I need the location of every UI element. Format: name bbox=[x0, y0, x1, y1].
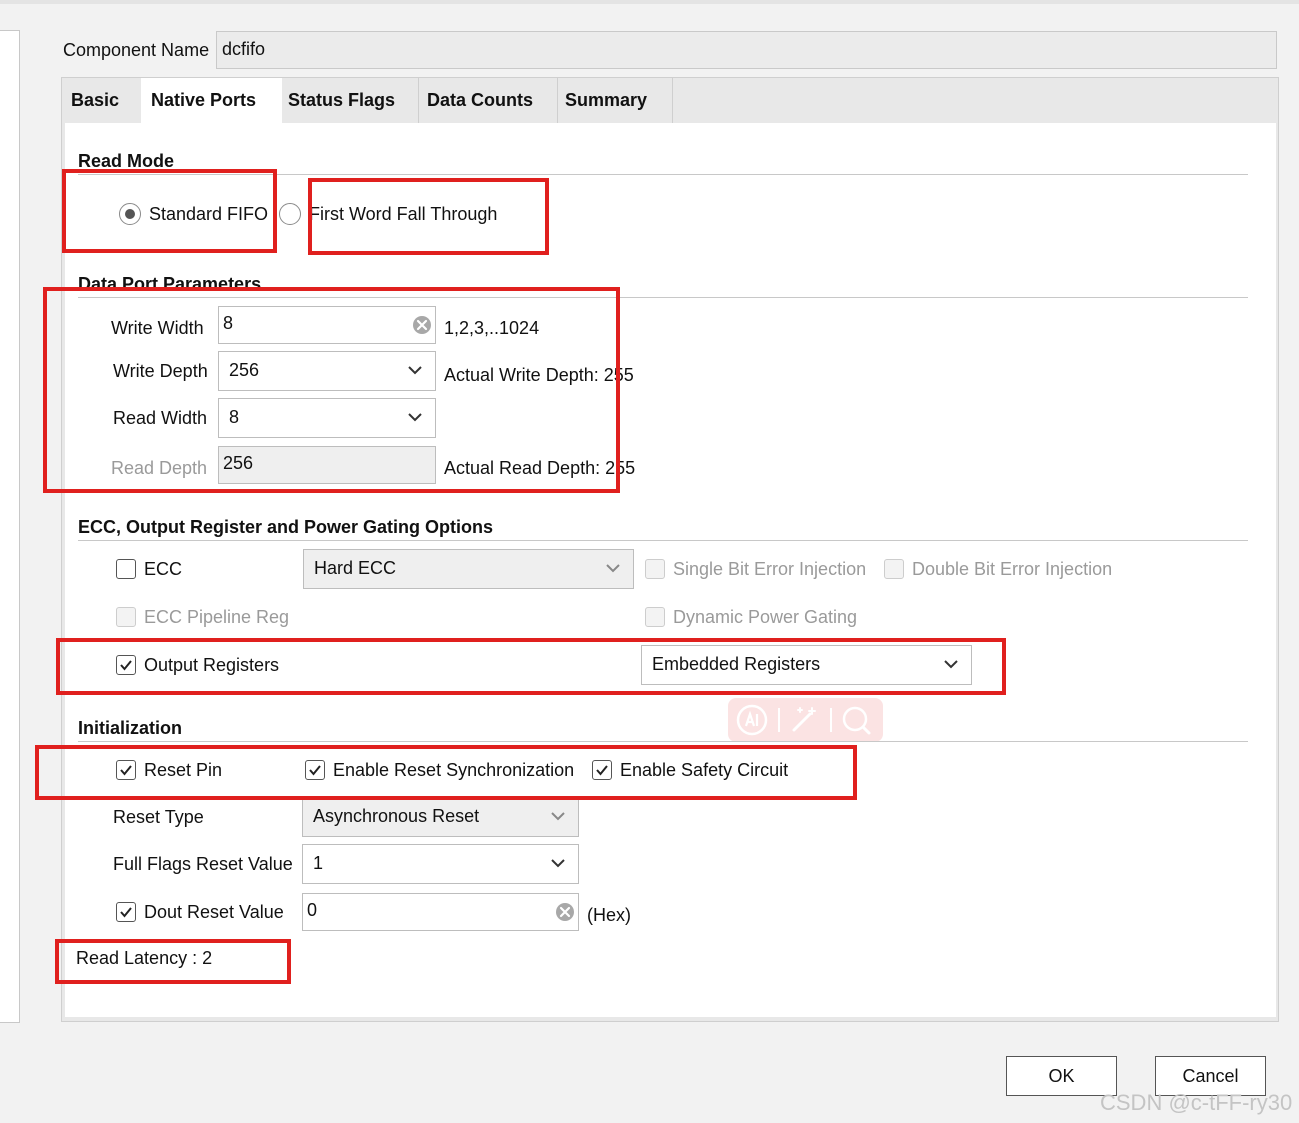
ecc-pipeline-checkbox[interactable] bbox=[116, 607, 136, 627]
single-bit-error-checkbox[interactable] bbox=[645, 559, 665, 579]
left-side-panel bbox=[0, 30, 20, 1023]
dout-reset-label: Dout Reset Value bbox=[144, 902, 284, 922]
dout-hex-unit: (Hex) bbox=[587, 905, 631, 925]
full-flags-label: Full Flags Reset Value bbox=[113, 854, 293, 874]
fwft-radio[interactable] bbox=[279, 203, 301, 225]
initialization-divider bbox=[78, 741, 1248, 742]
reset-type-select[interactable]: Asynchronous Reset bbox=[302, 797, 579, 837]
full-flags-select[interactable]: 1 bbox=[302, 844, 579, 884]
ecc-divider bbox=[78, 540, 1248, 541]
ecc-checkbox[interactable] bbox=[116, 559, 136, 579]
initialization-title: Initialization bbox=[78, 718, 183, 738]
power-gating-label: Dynamic Power Gating bbox=[673, 607, 858, 627]
component-name-input[interactable]: dcfifo bbox=[216, 31, 1277, 69]
dout-reset-checkbox[interactable] bbox=[116, 902, 136, 922]
search-icon[interactable] bbox=[840, 704, 872, 736]
full-flags-value: 1 bbox=[313, 853, 324, 873]
chevron-down-icon bbox=[551, 812, 565, 821]
reset-type-value: Asynchronous Reset bbox=[313, 806, 480, 826]
tab-native-ports[interactable]: Native Ports bbox=[141, 78, 282, 123]
ecc-type-value: Hard ECC bbox=[314, 558, 397, 578]
ai-icon[interactable] bbox=[736, 704, 768, 736]
highlight-standard-fifo bbox=[62, 169, 277, 253]
highlight-initialization bbox=[35, 745, 857, 800]
highlight-data-port bbox=[43, 287, 620, 493]
floating-ai-toolbar bbox=[728, 698, 883, 742]
tab-data-counts[interactable]: Data Counts bbox=[417, 78, 558, 123]
highlight-read-latency bbox=[55, 939, 291, 984]
dout-reset-value: 0 bbox=[307, 900, 318, 920]
ecc-pipeline-label: ECC Pipeline Reg bbox=[144, 607, 290, 627]
chevron-down-icon bbox=[606, 564, 620, 573]
magic-wand-icon[interactable] bbox=[788, 704, 820, 736]
single-bit-error-label: Single Bit Error Injection bbox=[673, 559, 867, 579]
clear-icon[interactable] bbox=[555, 902, 575, 922]
toolbar-divider bbox=[778, 708, 780, 732]
check-icon bbox=[120, 907, 132, 918]
ecc-label: ECC bbox=[144, 559, 183, 579]
chevron-down-icon bbox=[551, 859, 565, 868]
top-border bbox=[0, 0, 1299, 4]
reset-type-label: Reset Type bbox=[113, 807, 204, 827]
double-bit-error-label: Double Bit Error Injection bbox=[912, 559, 1113, 579]
power-gating-checkbox[interactable] bbox=[645, 607, 665, 627]
double-bit-error-checkbox[interactable] bbox=[884, 559, 904, 579]
ecc-section-title: ECC, Output Register and Power Gating Op… bbox=[78, 517, 494, 537]
tab-summary[interactable]: Summary bbox=[555, 78, 673, 123]
toolbar-divider bbox=[830, 708, 832, 732]
tab-status-flags[interactable]: Status Flags bbox=[278, 78, 419, 123]
ecc-type-select[interactable]: Hard ECC bbox=[303, 549, 634, 589]
highlight-output-registers bbox=[56, 638, 1006, 695]
highlight-fwft bbox=[308, 178, 549, 255]
tab-basic[interactable]: Basic bbox=[61, 78, 145, 123]
watermark: CSDN @c-tFF-ry30 bbox=[1100, 1090, 1293, 1115]
component-name-label: Component Name bbox=[63, 40, 210, 60]
dout-reset-input[interactable]: 0 bbox=[302, 893, 579, 931]
